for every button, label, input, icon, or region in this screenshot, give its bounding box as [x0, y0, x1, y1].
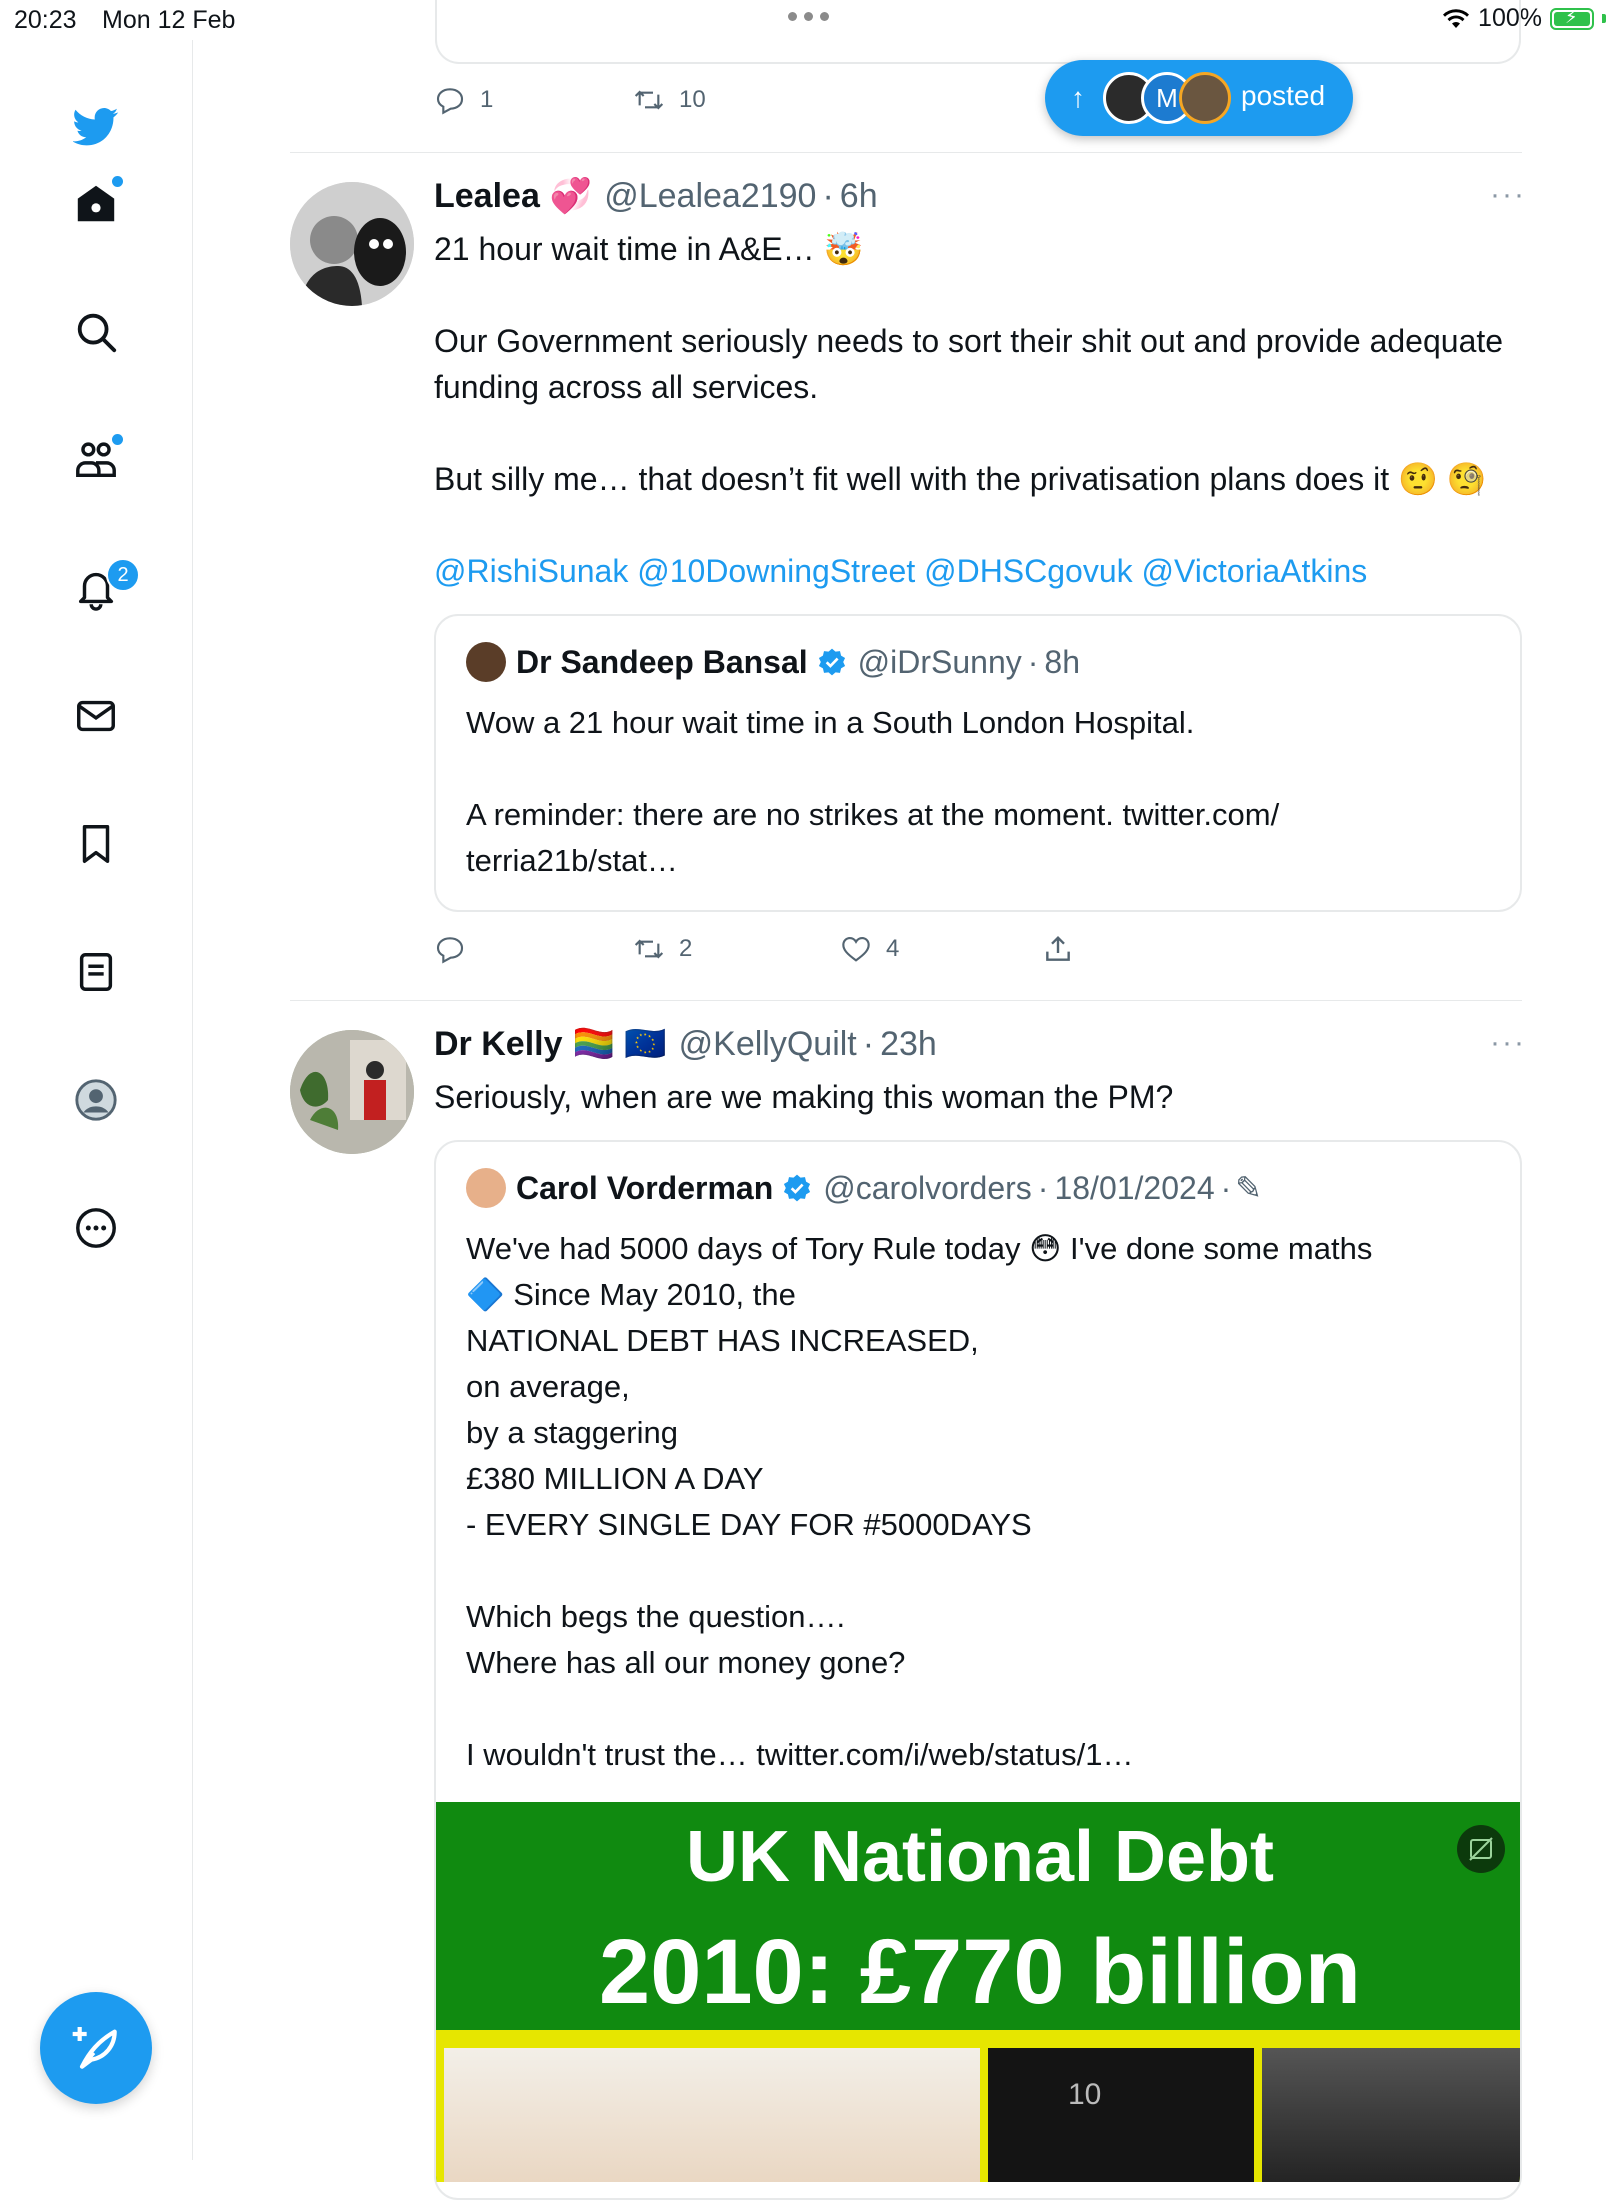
quoted-tweet[interactable]: Dr Sandeep Bansal @iDrSunny · 8h Wow a 2… [434, 614, 1522, 912]
avatar[interactable] [290, 1030, 414, 1154]
pill-avatar-3 [1179, 72, 1231, 124]
tweet-text: Seriously, when are we making this woman… [434, 1079, 1174, 1115]
previous-reply-button[interactable]: 1 [434, 84, 493, 116]
nav-notifications[interactable]: 2 [60, 552, 140, 624]
divider [290, 1000, 1522, 1001]
nav-profile[interactable] [60, 1064, 132, 1136]
sidebar: 2 [0, 40, 193, 2160]
quote-media-image[interactable]: UK National Debt 2010: £770 billion 10 [436, 1802, 1520, 2182]
timestamp[interactable]: 23h [880, 1025, 937, 1064]
envelope-icon [77, 700, 115, 732]
quote-text: Wow a 21 hour wait time in a South Londo… [466, 705, 1280, 878]
communities-unread-dot [112, 434, 123, 445]
status-date: Mon 12 Feb [102, 6, 236, 34]
new-posts-pill[interactable]: ↑ M posted [1045, 60, 1353, 136]
arrow-up-icon: ↑ [1071, 82, 1085, 113]
display-name[interactable]: Lealea [434, 177, 540, 216]
quote-header: Dr Sandeep Bansal @iDrSunny · 8h [466, 642, 1080, 682]
alt-image-icon[interactable] [1456, 1824, 1506, 1874]
nav-communities[interactable] [60, 424, 132, 496]
retweet-count: 2 [679, 935, 693, 962]
quote-display-name: Dr Sandeep Bansal [516, 643, 808, 680]
verified-badge-icon [784, 1174, 811, 1202]
feather-plus-icon [72, 2027, 117, 2069]
nav-messages[interactable] [60, 680, 132, 752]
more-options-icon[interactable]: ··· [1490, 1026, 1526, 1060]
photo-door: 10 [988, 2048, 1254, 2182]
like-button[interactable]: 4 [840, 933, 899, 965]
quote-handle: @carolvorders [823, 1169, 1032, 1206]
handle[interactable]: @KellyQuilt [679, 1025, 857, 1064]
retweet-icon [634, 939, 664, 959]
posted-label: posted [1241, 80, 1326, 111]
profile-avatar-icon [75, 1079, 117, 1121]
avatar[interactable] [290, 182, 414, 306]
media-title: UK National Debt [685, 1817, 1275, 1897]
previous-retweet-button[interactable]: 10 [633, 84, 706, 116]
retweet-count: 10 [679, 86, 706, 113]
photo-man [1262, 2048, 1520, 2182]
quote-text: We've had 5000 days of Tory Rule today 😳… [466, 1231, 1373, 1772]
reply-count: 1 [480, 86, 494, 113]
quote-timestamp: 18/01/2024 [1054, 1169, 1215, 1206]
nav-search[interactable] [60, 296, 132, 368]
home-icon [77, 185, 115, 222]
quote-avatar [466, 642, 506, 682]
home-unread-dot [112, 176, 123, 187]
battery-icon: ⚡ [1550, 7, 1594, 30]
like-count: 4 [886, 935, 900, 962]
share-button[interactable] [1042, 933, 1074, 965]
tweet-header: Dr Kelly 🏳️‍🌈 🇪🇺 @KellyQuilt · 23h [434, 1024, 937, 1064]
edited-pencil-icon: ✎ [1235, 1170, 1263, 1206]
divider [290, 152, 1522, 153]
compose-tweet-button[interactable] [40, 1992, 152, 2104]
nav-more[interactable] [60, 1192, 132, 1264]
nav-lists[interactable] [60, 936, 132, 1008]
quote-header: Carol Vorderman @carolvorders · 18/01/20… [466, 1168, 1262, 1208]
share-icon [1046, 935, 1070, 961]
display-name[interactable]: Dr Kelly [434, 1025, 563, 1064]
retweet-icon [634, 90, 664, 110]
quote-avatar [466, 1168, 506, 1208]
tweet-header: Lealea 💞 @Lealea2190 · 6h [434, 176, 878, 216]
name-emoji: 💞 [549, 177, 593, 215]
photo-woman [444, 2048, 980, 2182]
reply-icon [436, 937, 464, 964]
reply-icon [436, 88, 464, 115]
nav-bookmarks[interactable] [60, 808, 132, 880]
tweet-text: 21 hour wait time in A&E… 🤯 Our Governme… [434, 231, 1504, 497]
quote-handle: @iDrSunny [857, 643, 1022, 680]
status-time: 20:23 [14, 6, 77, 34]
door-number: 10 [1068, 2078, 1102, 2111]
bird-icon [73, 107, 119, 146]
name-emoji: 🏳️‍🌈 🇪🇺 [572, 1025, 667, 1063]
quote-display-name: Carol Vorderman [516, 1169, 774, 1206]
retweet-button[interactable]: 2 [633, 933, 692, 965]
handle[interactable]: @Lealea2190 [604, 177, 816, 216]
media-subtitle: 2010: £770 billion [599, 1921, 1361, 2023]
lists-icon [79, 953, 113, 991]
tweet-mentions[interactable]: @RishiSunak @10DowningStreet @DHSCgovuk … [434, 548, 1514, 594]
notifications-badge: 2 [106, 558, 140, 592]
reply-button[interactable] [434, 933, 480, 965]
quoted-tweet[interactable]: Carol Vorderman @carolvorders · 18/01/20… [434, 1140, 1522, 2200]
heart-icon [842, 936, 870, 962]
media-photos: 10 [436, 2040, 1520, 2182]
timeline: 1 10 ↑ M posted Lealea 💞 @Lealea2190 · 6… [290, 0, 1524, 2200]
communities-icon [76, 442, 116, 478]
bookmark-icon [82, 825, 110, 863]
more-options-icon[interactable]: ··· [1490, 178, 1526, 212]
previous-tweet-card[interactable] [435, 0, 1521, 64]
timestamp[interactable]: 6h [840, 177, 878, 216]
quote-timestamp: 8h [1044, 643, 1080, 680]
search-icon [77, 313, 117, 353]
verified-badge-icon [818, 648, 845, 676]
nav-home[interactable] [60, 168, 132, 240]
twitter-logo[interactable] [60, 90, 132, 162]
more-circle-icon [76, 1208, 116, 1248]
